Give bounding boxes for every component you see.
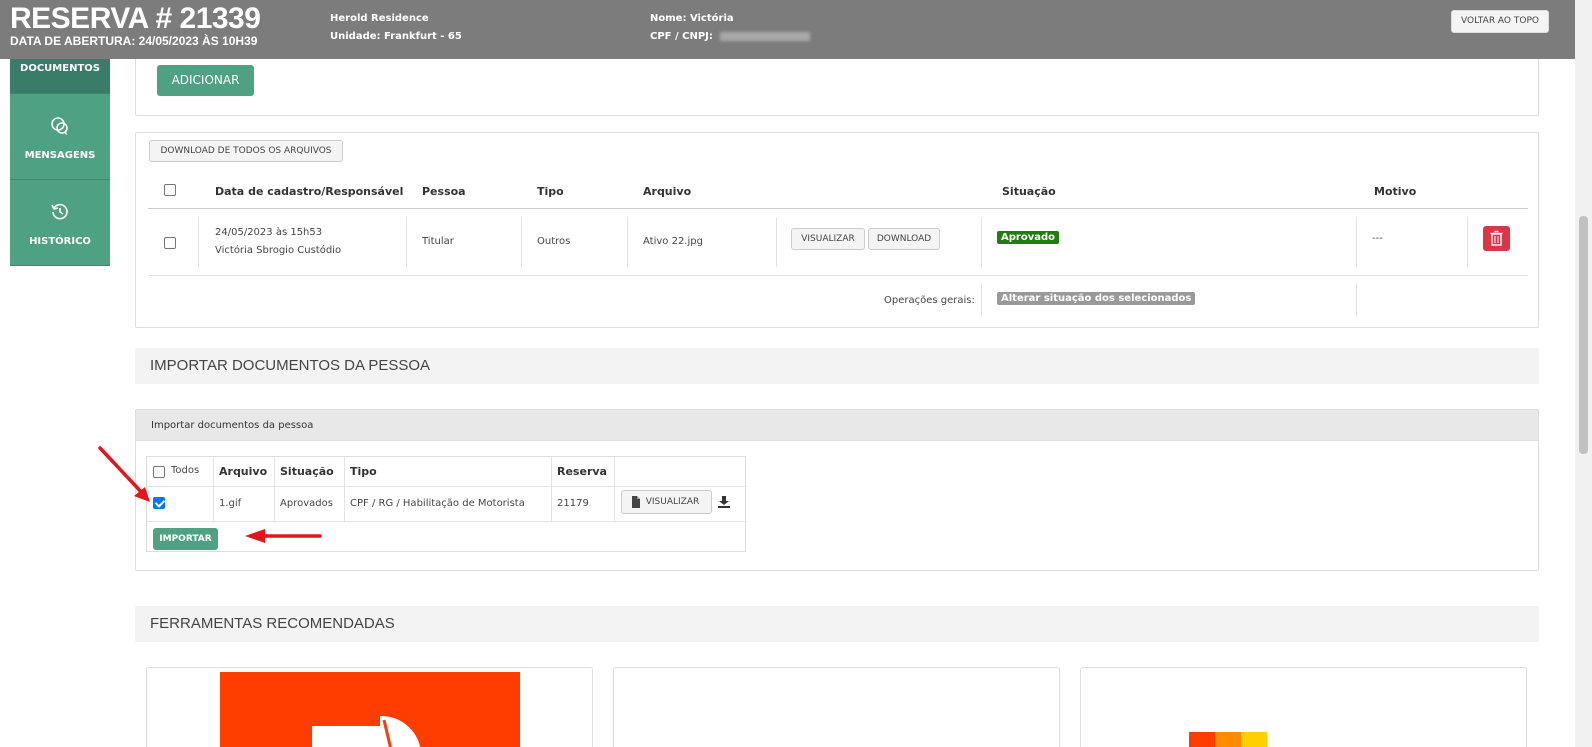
column-header-file: Arquivo <box>643 185 692 198</box>
delete-button[interactable] <box>1483 226 1510 251</box>
annotation-arrows <box>98 446 322 543</box>
tool-logo <box>1189 732 1215 747</box>
column-header-date: Data de cadastro/Responsável <box>215 185 404 198</box>
name-label: Nome: <box>650 13 687 24</box>
row-file: Ativo 22.jpg <box>643 236 703 247</box>
general-ops-label: Operações gerais: <box>884 295 975 306</box>
select-all-checkbox[interactable] <box>164 184 176 196</box>
history-icon <box>51 203 68 220</box>
column-header-type: Tipo <box>350 465 377 478</box>
cell-divider <box>1356 217 1357 267</box>
chat-icon <box>51 117 68 135</box>
tool-card[interactable] <box>613 667 1060 747</box>
name-info: Nome: Victória <box>650 13 734 24</box>
sidebar-item-label: MENSAGENS <box>24 150 96 161</box>
reservation-header: RESERVA # 21339 DATA DE ABERTURA: 24/05/… <box>0 0 1575 59</box>
sidebar: DOCUMENTOS MENSAGENS HISTÓRICO <box>10 59 110 266</box>
arrow-to-checkbox <box>98 446 147 498</box>
opening-date: DATA DE ABERTURA: 24/05/2023 ÀS 10H39 <box>10 34 258 48</box>
tool-card[interactable] <box>146 667 593 747</box>
tool-card[interactable] <box>1080 667 1527 747</box>
row-responsible: Victória Sbrogio Custódio <box>215 245 342 256</box>
sidebar-item-label: HISTÓRICO <box>29 236 91 247</box>
cell-divider <box>406 217 407 267</box>
cell-divider <box>521 217 522 267</box>
tool-logo <box>749 738 809 747</box>
sidebar-item-history[interactable]: HISTÓRICO <box>10 180 110 266</box>
cell-divider <box>198 217 199 267</box>
column-header-status: Situação <box>1002 185 1056 198</box>
trash-icon <box>1490 230 1503 246</box>
download-icon[interactable] <box>718 496 730 508</box>
tools-section-heading: FERRAMENTAS RECOMENDADAS <box>135 606 1539 642</box>
view-button[interactable]: VISUALIZAR <box>791 228 865 250</box>
row-person: Titular <box>422 236 454 247</box>
logo-shape <box>312 715 421 747</box>
tool-logo <box>1241 732 1267 747</box>
row-divider <box>148 275 1528 276</box>
sidebar-item-messages[interactable]: MENSAGENS <box>10 94 110 180</box>
download-all-button[interactable]: DOWNLOAD DE TODOS OS ARQUIVOS <box>149 140 343 162</box>
view-button[interactable]: VISUALIZAR <box>621 490 712 514</box>
arrow-head <box>245 529 265 543</box>
residence-name: Herold Residence <box>330 13 429 24</box>
documents-panel: DOWNLOAD DE TODOS OS ARQUIVOS Data de ca… <box>135 132 1539 328</box>
back-to-top-button[interactable]: VOLTAR AO TOPO <box>1451 10 1549 33</box>
cpf-value-redacted <box>720 31 811 41</box>
download-button[interactable]: DOWNLOAD <box>868 228 940 250</box>
import-panel-title: Importar documentos da pessoa <box>136 410 1538 441</box>
sidebar-item-documents[interactable]: DOCUMENTOS <box>10 59 110 94</box>
tool-logo <box>1215 732 1241 747</box>
row-reason: --- <box>1372 233 1383 244</box>
add-button[interactable]: ADICIONAR <box>157 65 254 96</box>
reservation-title: RESERVA # 21339 <box>10 2 261 35</box>
change-status-button[interactable]: Alterar situação dos selecionados <box>997 292 1196 305</box>
row-type: CPF / RG / Habilitação de Motorista <box>350 498 525 509</box>
unit-label: Unidade: <box>330 31 381 42</box>
column-header-reservation: Reserva <box>557 465 607 478</box>
row-date: 24/05/2023 às 15h53 <box>215 227 323 238</box>
vertical-scrollbar[interactable] <box>1575 0 1592 747</box>
column-header-reason: Motivo <box>1374 185 1417 198</box>
status-badge: Aprovado <box>997 231 1059 244</box>
cell-divider <box>981 217 982 267</box>
cpf-label: CPF / CNPJ: <box>650 31 713 42</box>
tool-logo <box>220 672 520 747</box>
cell-divider <box>344 457 345 521</box>
column-header-type: Tipo <box>537 185 564 198</box>
scrollbar-thumb[interactable] <box>1579 216 1588 454</box>
row-reservation: 21179 <box>557 498 589 509</box>
column-header-person: Pessoa <box>422 185 466 198</box>
cell-divider <box>614 457 615 521</box>
cell-divider <box>627 217 628 267</box>
cell-divider <box>1467 217 1468 267</box>
header-divider <box>148 208 1528 209</box>
cell-divider <box>551 457 552 521</box>
row-checkbox[interactable] <box>164 237 176 249</box>
cell-divider <box>981 283 982 317</box>
cpf-info: CPF / CNPJ: <box>650 31 811 42</box>
unit-value: Frankfurt - 65 <box>384 31 462 42</box>
sidebar-item-label: DOCUMENTOS <box>20 63 100 74</box>
row-type: Outros <box>537 236 571 247</box>
view-button-label: VISUALIZAR <box>645 497 700 507</box>
unit-info: Unidade: Frankfurt - 65 <box>330 31 462 42</box>
name-value: Victória <box>689 13 734 24</box>
file-icon <box>632 496 640 508</box>
cell-divider <box>776 217 777 267</box>
import-section-heading: IMPORTAR DOCUMENTOS DA PESSOA <box>135 348 1539 384</box>
cell-divider <box>1356 283 1357 317</box>
